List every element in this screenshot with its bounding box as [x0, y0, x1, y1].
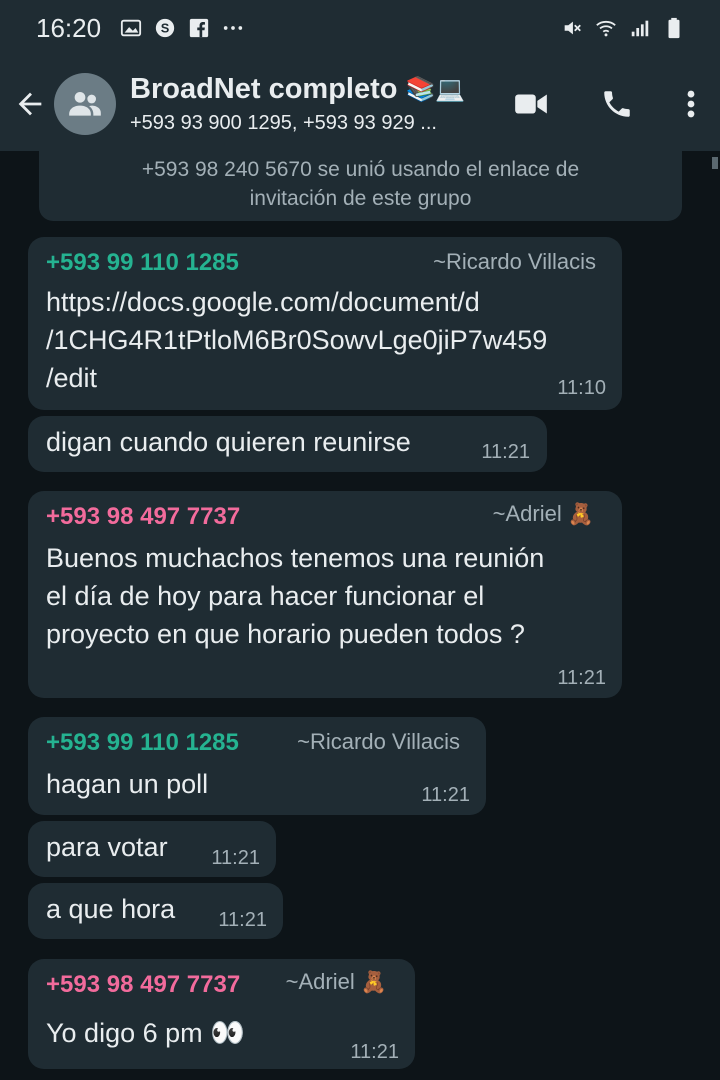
message-link[interactable]: /edit [46, 359, 97, 397]
message-time: 11:21 [218, 909, 267, 931]
sender-name: ~Ricardo Villacis [297, 729, 460, 754]
svg-text:S: S [161, 21, 170, 36]
sender-number[interactable]: +593 98 497 7737 [46, 971, 240, 999]
header-actions [512, 56, 698, 151]
message-bubble[interactable]: +593 98 497 7737 ~Adriel 🧸 Buenos muchac… [28, 491, 622, 698]
sender-number[interactable]: +593 98 497 7737 [46, 503, 240, 531]
group-participants: +593 93 900 1295, +593 93 929 ... [130, 111, 437, 134]
skype-icon: S [153, 16, 177, 40]
message-bubble[interactable]: a que hora 11:21 [28, 883, 283, 939]
mute-icon [560, 16, 584, 40]
message-text: Yo digo 6 pm 👀 [46, 1014, 245, 1052]
message-time: 11:21 [481, 441, 530, 463]
scrollbar-thumb[interactable] [712, 157, 718, 169]
message-text: Buenos muchachos tenemos una reunión [46, 543, 545, 573]
notification-icons: S [119, 16, 245, 40]
wifi-icon [594, 16, 618, 40]
message-text: para votar [46, 832, 168, 862]
system-message-line: +593 98 240 5670 se unió usando el enlac… [141, 158, 580, 181]
message-link[interactable]: https://docs.google.com/document/d [46, 283, 480, 321]
system-icons [560, 0, 686, 56]
message-time: 11:21 [557, 667, 606, 689]
system-message-line: invitación de este grupo [249, 187, 472, 210]
group-title-emoji: 📚💻 [405, 75, 466, 103]
message-text-content: Yo digo 6 pm [46, 1018, 203, 1048]
signal-icon [628, 16, 652, 40]
more-options-icon[interactable] [684, 87, 698, 121]
message-text: hagan un poll [46, 769, 209, 799]
group-icon [69, 91, 101, 116]
gallery-icon [119, 16, 143, 40]
message-time: 11:21 [350, 1041, 399, 1063]
status-time: 16:20 [36, 12, 102, 43]
sender-name: ~Adriel 🧸 [493, 501, 594, 527]
message-time: 11:10 [557, 377, 606, 399]
message-time: 11:21 [421, 784, 470, 806]
chat-header: BroadNet completo 📚💻 +593 93 900 1295, +… [0, 56, 720, 151]
chat-area[interactable]: +593 98 240 5670 se unió usando el enlac… [0, 151, 720, 1080]
voice-call-icon[interactable] [600, 87, 634, 121]
back-arrow-icon[interactable] [8, 82, 52, 126]
system-message: +593 98 240 5670 se unió usando el enlac… [39, 151, 682, 221]
group-title: BroadNet completo 📚💻 [130, 73, 490, 106]
message-text: proyecto en que horario pueden todos ? [46, 619, 525, 649]
group-title-text: BroadNet completo [130, 72, 398, 105]
battery-icon [662, 16, 686, 40]
sender-name: ~Adriel 🧸 [286, 969, 387, 995]
message-text: a que hora [46, 894, 176, 924]
message-text: el día de hoy para hacer funcionar el [46, 581, 485, 611]
sender-emoji: 🧸 [360, 971, 387, 994]
message-link[interactable]: /1CHG4R1tPtloM6Br0SowvLge0jiP7w459 [46, 321, 547, 359]
video-call-icon[interactable] [512, 85, 550, 123]
message-time: 11:21 [211, 847, 260, 869]
more-notifications-icon [221, 16, 245, 40]
message-bubble[interactable]: +593 99 110 1285 ~Ricardo Villacis hagan… [28, 717, 486, 815]
message-bubble[interactable]: para votar 11:21 [28, 821, 276, 877]
group-info[interactable]: BroadNet completo 📚💻 +593 93 900 1295, +… [130, 73, 490, 135]
sender-emoji: 🧸 [567, 503, 594, 526]
message-bubble[interactable]: +593 99 110 1285 ~Ricardo Villacis https… [28, 237, 622, 410]
status-bar: 16:20 S [0, 0, 720, 56]
message-bubble[interactable]: digan cuando quieren reunirse 11:21 [28, 416, 547, 472]
message-text: digan cuando quieren reunirse [46, 427, 411, 457]
sender-name-text: ~Adriel [285, 969, 355, 994]
eyes-emoji: 👀 [210, 1017, 246, 1048]
sender-number[interactable]: +593 99 110 1285 [46, 729, 239, 757]
message-bubble[interactable]: +593 98 497 7737 ~Adriel 🧸 Yo digo 6 pm … [28, 959, 415, 1069]
sender-name-text: ~Adriel [492, 501, 562, 526]
group-avatar[interactable] [54, 72, 116, 135]
facebook-icon [187, 16, 211, 40]
sender-number[interactable]: +593 99 110 1285 [46, 249, 239, 277]
sender-name: ~Ricardo Villacis [433, 249, 596, 274]
